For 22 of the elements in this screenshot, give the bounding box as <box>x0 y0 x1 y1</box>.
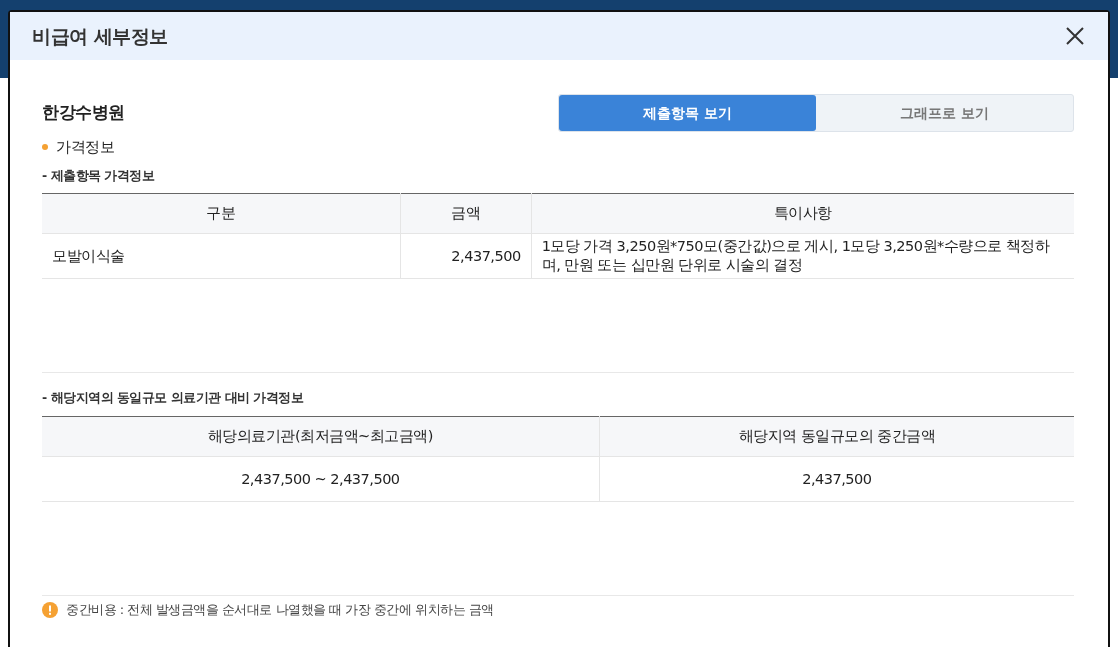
column-header: 구분 <box>42 193 401 234</box>
table-cell: 2,437,500 ~ 2,437,500 <box>42 456 600 502</box>
table-cell: 2,437,500 <box>599 456 1074 502</box>
close-icon <box>1064 25 1086 47</box>
table-caption: - 제출항목 가격정보 <box>42 166 156 185</box>
table-cell: 1모당 가격 3,250원*750모(중간값)으로 게시, 1모당 3,250원*수량으로 책정하며, 만원 또는 십만원 단위로 시술의 결정 <box>531 233 1074 279</box>
hospital-name: 한강수병원 <box>42 101 125 125</box>
bullet-icon <box>42 144 48 151</box>
table-cell: 모발이식술 <box>42 233 401 279</box>
column-header: 해당지역 동일규모의 중간금액 <box>599 416 1074 457</box>
footnote-text: 중간비용 : 전체 발생금액을 순서대로 나열했을 때 가장 중간에 위치하는 금액 <box>66 601 494 619</box>
column-header: 해당의료기관(최저금액~최고금액) <box>42 416 600 457</box>
view-tab[interactable]: 그래프로 보기 <box>816 95 1073 131</box>
warning-icon <box>42 601 58 618</box>
column-header: 특이사항 <box>531 193 1074 234</box>
view-tab[interactable]: 제출항목 보기 <box>559 95 816 131</box>
table-cell: 2,437,500 <box>400 233 532 279</box>
table-caption: - 해당지역의 동일규모 의료기관 대비 가격정보 <box>42 389 305 408</box>
modal-title: 비급여 세부정보 <box>32 23 168 49</box>
column-header: 금액 <box>400 193 532 234</box>
section-title: 가격정보 <box>56 137 114 158</box>
close-button[interactable] <box>1064 25 1086 47</box>
